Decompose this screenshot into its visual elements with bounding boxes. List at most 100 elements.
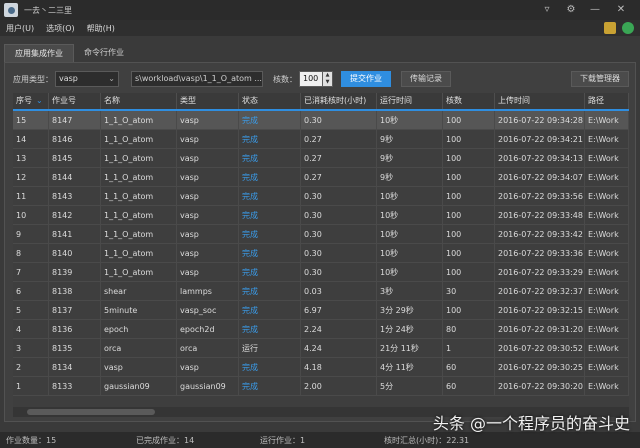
table-cell: 完成 xyxy=(239,301,301,319)
table-cell: 10秒 xyxy=(377,244,443,262)
table-cell: vasp xyxy=(177,187,239,205)
table-row[interactable]: 1 8133 gaussian09 gaussian09 完成 2.00 5分 60 2016-… xyxy=(13,377,629,396)
tab-cmd-jobs[interactable]: 命令行作业 xyxy=(74,44,134,62)
table-row[interactable]: 9 8141 1_1_O_atom vasp 完成 0.30 10秒 100 2016-07-2… xyxy=(13,225,629,244)
table-row[interactable]: 5 8137 5minute vasp_soc 完成 6.97 3分 29秒 100 2016-… xyxy=(13,301,629,320)
table-cell: 完成 xyxy=(239,187,301,205)
cores-stepper[interactable]: ▲ ▼ xyxy=(323,71,333,87)
table-cell: lammps xyxy=(177,282,239,300)
table-cell: vasp xyxy=(177,111,239,129)
table-cell: 完成 xyxy=(239,206,301,224)
table-row[interactable]: 4 8136 epoch epoch2d 完成 2.24 1分 24秒 80 2016-07-2… xyxy=(13,320,629,339)
table-row[interactable]: 15 8147 1_1_O_atom vasp 完成 0.30 10秒 100 2016-07-… xyxy=(13,111,629,130)
column-header[interactable]: 核数 xyxy=(443,93,495,109)
column-header[interactable]: 已消耗核时(小时) xyxy=(301,93,377,109)
table-cell: gaussian09 xyxy=(101,377,177,395)
table-cell: 2016-07-22 09:32:15 xyxy=(495,301,585,319)
table-cell: 2016-07-22 09:30:20 xyxy=(495,377,585,395)
table-cell: 10秒 xyxy=(377,206,443,224)
table-cell: 3秒 xyxy=(377,282,443,300)
column-header[interactable]: 运行时间 xyxy=(377,93,443,109)
table-row[interactable]: 2 8134 vasp vasp 完成 4.18 4分 11秒 60 2016-07-22 09… xyxy=(13,358,629,377)
column-header[interactable]: 名称 xyxy=(101,93,177,109)
minimize-icon[interactable]: — xyxy=(588,3,602,17)
table-cell: 60 xyxy=(443,377,495,395)
table-cell: 2016-07-22 09:33:56 xyxy=(495,187,585,205)
table-cell: 完成 xyxy=(239,244,301,262)
table-cell: 8142 xyxy=(49,206,101,224)
table-cell: 7 xyxy=(13,263,49,281)
status-core-hours: 核时汇总(小时)：22.31 xyxy=(384,435,470,445)
sort-desc-icon[interactable]: ⌄ xyxy=(36,96,43,105)
table-cell: 8143 xyxy=(49,187,101,205)
table-cell: 100 xyxy=(443,168,495,186)
column-header-label: 状态 xyxy=(242,96,258,105)
table-row[interactable]: 6 8138 shear lammps 完成 0.03 3秒 30 2016-07-22 09:… xyxy=(13,282,629,301)
table-cell: 2016-07-22 09:34:28 xyxy=(495,111,585,129)
table-cell: 4.24 xyxy=(301,339,377,357)
table-cell: 完成 xyxy=(239,149,301,167)
jobs-panel: 应用类型： vasp ⌄ s\workload\vasp\1_1_O_atom … xyxy=(4,62,636,422)
table-cell: 8 xyxy=(13,244,49,262)
menu-help[interactable]: 帮助(H) xyxy=(87,23,115,34)
submit-job-button[interactable]: 提交作业 xyxy=(341,71,391,87)
network-icon[interactable] xyxy=(622,22,634,34)
table-cell: 5分 xyxy=(377,377,443,395)
app-type-value: vasp xyxy=(59,74,78,83)
column-header[interactable]: 作业号 xyxy=(49,93,101,109)
table-cell: 1_1_O_atom xyxy=(101,206,177,224)
table-row[interactable]: 11 8143 1_1_O_atom vasp 完成 0.30 10秒 100 2016-07-… xyxy=(13,187,629,206)
upload-log-button[interactable]: 传输记录 xyxy=(401,71,451,87)
table-row[interactable]: 12 8144 1_1_O_atom vasp 完成 0.27 9秒 100 2016-07-2… xyxy=(13,168,629,187)
table-cell: vasp xyxy=(101,358,177,376)
table-cell: 4分 11秒 xyxy=(377,358,443,376)
table-cell: 6.97 xyxy=(301,301,377,319)
table-cell: 60 xyxy=(443,358,495,376)
table-cell: E:\Work xyxy=(585,111,629,129)
shirt-skin-icon[interactable]: ▿ xyxy=(540,3,554,17)
table-cell: E:\Work xyxy=(585,225,629,243)
app-type-select[interactable]: vasp ⌄ xyxy=(55,71,119,87)
table-cell: E:\Work xyxy=(585,130,629,148)
scrollbar-thumb[interactable] xyxy=(27,409,155,415)
table-cell: 9秒 xyxy=(377,130,443,148)
table-cell: 100 xyxy=(443,244,495,262)
close-icon[interactable]: ✕ xyxy=(614,3,628,17)
table-cell: 2016-07-22 09:33:42 xyxy=(495,225,585,243)
table-cell: 5 xyxy=(13,301,49,319)
column-header[interactable]: 状态 xyxy=(239,93,301,109)
table-cell: 10秒 xyxy=(377,111,443,129)
workdir-browse[interactable]: ...... xyxy=(254,74,262,83)
table-cell: 3分 29秒 xyxy=(377,301,443,319)
table-row[interactable]: 3 8135 orca orca 运行 4.24 21分 11秒 1 2016-07-22 09… xyxy=(13,339,629,358)
table-cell: 4.18 xyxy=(301,358,377,376)
table-row[interactable]: 13 8145 1_1_O_atom vasp 完成 0.27 9秒 100 2016-07-2… xyxy=(13,149,629,168)
table-row[interactable]: 7 8139 1_1_O_atom vasp 完成 0.30 10秒 100 2016-07-2… xyxy=(13,263,629,282)
table-cell: 2016-07-22 09:32:37 xyxy=(495,282,585,300)
coins-icon[interactable] xyxy=(604,22,616,34)
column-header[interactable]: 上传时间 xyxy=(495,93,585,109)
status-done: 已完成作业：14 xyxy=(136,435,195,445)
table-row[interactable]: 14 8146 1_1_O_atom vasp 完成 0.27 9秒 100 2016-07-2… xyxy=(13,130,629,149)
column-header[interactable]: 路径 xyxy=(585,93,629,109)
table-cell: 8136 xyxy=(49,320,101,338)
column-header[interactable]: 类型 xyxy=(177,93,239,109)
table-cell: 运行 xyxy=(239,339,301,357)
settings-icon[interactable]: ⚙ xyxy=(564,3,578,17)
column-header[interactable]: 序号 ⌄ xyxy=(13,93,49,109)
menu-options[interactable]: 选项(O) xyxy=(46,23,75,34)
table-cell: vasp xyxy=(177,206,239,224)
table-row[interactable]: 10 8142 1_1_O_atom vasp 完成 0.30 10秒 100 2016-07-… xyxy=(13,206,629,225)
tab-app-jobs[interactable]: 应用集成作业 xyxy=(4,44,74,62)
table-cell: 10秒 xyxy=(377,187,443,205)
cores-input[interactable]: 100 xyxy=(299,71,323,87)
download-manager-button[interactable]: 下载管理器 xyxy=(571,71,629,87)
workdir-path-field[interactable]: s\workload\vasp\1_1_O_atom ...... xyxy=(131,71,263,87)
column-header-label: 核数 xyxy=(446,96,462,105)
window-title: 一去丶二三里 xyxy=(24,5,72,15)
table-row[interactable]: 8 8140 1_1_O_atom vasp 完成 0.30 10秒 100 2016-07-2… xyxy=(13,244,629,263)
table-cell: 14 xyxy=(13,130,49,148)
table-cell: 1_1_O_atom xyxy=(101,130,177,148)
table-cell: 完成 xyxy=(239,225,301,243)
menu-user[interactable]: 用户(U) xyxy=(6,23,34,34)
